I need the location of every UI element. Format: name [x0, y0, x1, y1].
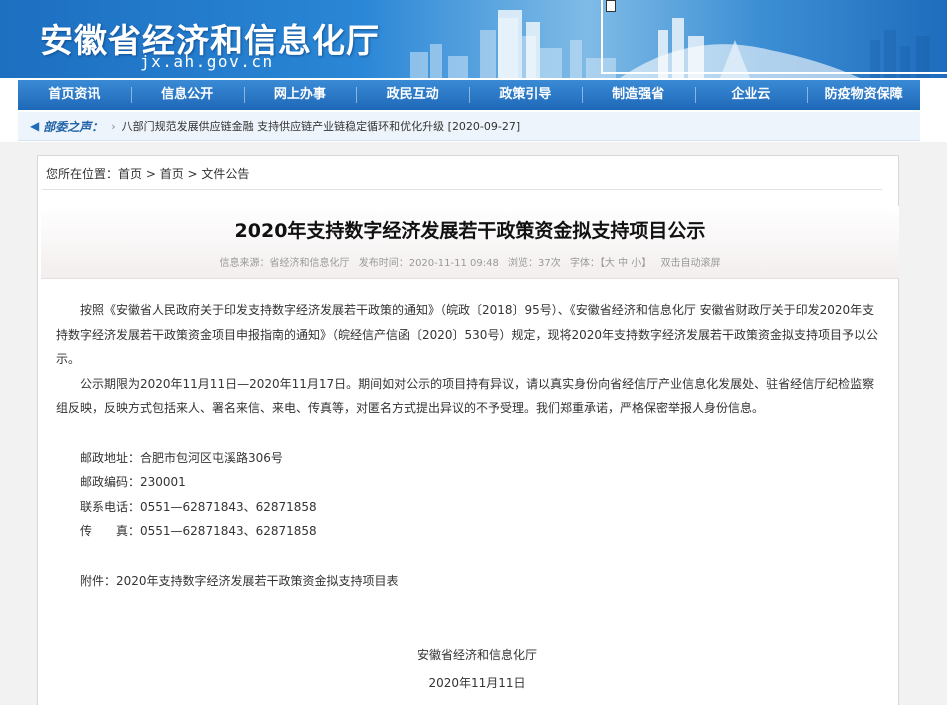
breadcrumb: 您所在位置：首页 > 首页 > 文件公告: [46, 165, 249, 182]
divider: [42, 189, 882, 190]
article-header: 2020年支持数字经济发展若干政策资金拟支持项目公示 信息来源：省经济和信息化厅…: [41, 206, 899, 279]
signature-org: 安徽省经济和信息化厅: [416, 648, 537, 662]
frame-handle-icon: [606, 0, 616, 12]
contact-postcode: 邮政编码：230001: [80, 475, 186, 489]
article-meta: 信息来源：省经济和信息化厅 发布时间：2020-11-11 09:48 浏览：3…: [41, 254, 899, 269]
contact-fax: 传 真：0551—62871843、62871858: [80, 524, 317, 538]
meta-source: 信息来源：省经济和信息化厅: [219, 258, 350, 269]
nav-item-info-disclosure[interactable]: 信息公开: [130, 80, 244, 110]
article-title: 2020年支持数字经济发展若干政策资金拟支持项目公示: [234, 220, 706, 242]
nav-item-interaction[interactable]: 政民互动: [356, 80, 469, 110]
meta-published: 发布时间：2020-11-11 09:48: [358, 258, 499, 269]
breadcrumb-item-announcements[interactable]: 文件公告: [201, 167, 249, 181]
meta-font-size: 字体：【大 中 小】: [570, 258, 651, 269]
banner-frame-overlay: [601, 0, 947, 74]
meta-views: 浏览：37次: [508, 258, 561, 269]
article-paragraph: 公示期限为2020年11月11日—2020年11月17日。期间如对公示的项目持有…: [56, 376, 875, 416]
news-ticker: ◀ 部委之声： › 八部门规范发展供应链金融 支持供应链产业链稳定循环和优化升级…: [18, 112, 920, 141]
page: 安徽省经济和信息化厅 jx.ah.gov.cn 首页资讯 信息公开 网上办事 政…: [0, 0, 947, 705]
breadcrumb-prefix: 您所在位置：: [46, 167, 119, 181]
breadcrumb-item-home[interactable]: 首页: [118, 167, 142, 181]
signature-block: 安徽省经济和信息化厅 2020年11月11日: [56, 641, 882, 697]
nav-item-manufacturing[interactable]: 制造强省: [581, 80, 695, 110]
nav-item-policy-guide[interactable]: 政策引导: [469, 80, 582, 110]
contact-address: 邮政地址：合肥市包河区屯溪路306号: [80, 450, 283, 465]
site-domain: jx.ah.gov.cn: [140, 52, 274, 71]
contact-phone: 联系电话：0551—62871843、62871858: [80, 499, 317, 514]
ticker-link[interactable]: 八部门规范发展供应链金融 支持供应链产业链稳定循环和优化升级 [2020-09-…: [122, 118, 521, 134]
attachment-link[interactable]: 附件：2020年支持数字经济发展若干政策资金拟支持项目表: [56, 569, 882, 594]
signature-date: 2020年11月11日: [428, 676, 526, 690]
chevron-right-icon: ›: [111, 119, 116, 133]
main-nav: 首页资讯 信息公开 网上办事 政民互动 政策引导 制造强省 企业云 防疫物资保障: [18, 80, 920, 110]
nav-item-home-news[interactable]: 首页资讯: [18, 80, 131, 110]
content-panel: 您所在位置：首页 > 首页 > 文件公告 2020年支持数字经济发展若干政策资金…: [37, 155, 899, 705]
autoscroll-link[interactable]: 双击自动滚屏: [660, 258, 720, 269]
breadcrumb-separator: >: [183, 167, 202, 181]
speaker-icon: ◀: [30, 119, 40, 133]
ticker-label: 部委之声：: [43, 119, 104, 134]
contact-info: 邮政地址：合肥市包河区屯溪路306号 邮政编码：230001 联系电话：0551…: [56, 446, 882, 544]
font-size-controls[interactable]: 【大 中 小】: [600, 258, 651, 269]
nav-item-epidemic-supplies[interactable]: 防疫物资保障: [807, 80, 920, 110]
nav-item-online-services[interactable]: 网上办事: [243, 80, 357, 110]
nav-item-enterprise-cloud[interactable]: 企业云: [694, 80, 808, 110]
article-paragraph: 按照《安徽省人民政府关于印发支持数字经济发展若干政策的通知》（皖政〔2018〕9…: [56, 303, 878, 366]
font-size-label: 字体：: [569, 258, 600, 269]
breadcrumb-separator: >: [142, 167, 160, 181]
breadcrumb-item-home-2[interactable]: 首页: [160, 167, 184, 181]
article-body: 按照《安徽省人民政府关于印发支持数字经济发展若干政策的通知》（皖政〔2018〕9…: [56, 298, 882, 697]
